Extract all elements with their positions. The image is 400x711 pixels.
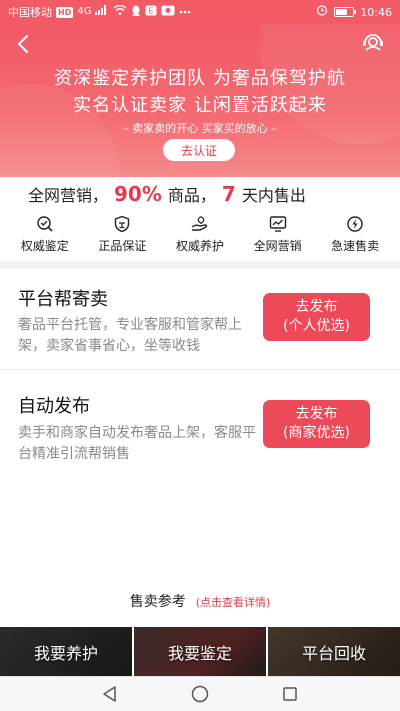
hd-badge: HD (56, 6, 74, 18)
wifi-icon (113, 4, 127, 19)
chart-monitor-icon (269, 216, 286, 232)
tile-recycle[interactable]: 平台回收 (268, 627, 400, 676)
tile-label: 平台回收 (301, 643, 366, 663)
option-title: 平台帮寄卖 (18, 289, 108, 310)
svg-text:E: E (149, 6, 154, 15)
stat-suffix: 天内售出 (241, 186, 306, 205)
tile-label: 我要养护 (33, 643, 98, 663)
nav-recents-button[interactable] (279, 683, 301, 705)
button-line-1: 去发布 (295, 406, 338, 422)
tile-label: 我要鉴定 (167, 643, 232, 663)
search-check-icon (37, 216, 53, 232)
customer-service-button[interactable] (360, 30, 386, 56)
button-line-2: (个人优选) (283, 318, 350, 334)
stat-prefix: 全网营销， (28, 186, 109, 205)
tile-appraisal[interactable]: 我要鉴定 (134, 627, 266, 676)
option-description: 卖手和商家自动发布奢品上架，客服平台精准引流帮销售 (18, 425, 256, 462)
stat-middle: 商品， (167, 186, 216, 205)
carrier-label: 中国移动 (8, 6, 52, 19)
button-line-1: 去发布 (295, 299, 338, 315)
feature-label: 权威养护 (175, 239, 224, 253)
option-auto-publish: 自动发布 卖手和商家自动发布奢品上架，客服平台精准引流帮销售 去发布 (商家优选… (0, 370, 400, 470)
qq-icon (131, 5, 141, 20)
back-button[interactable] (12, 32, 36, 56)
reference-hint: (点击查看详情) (195, 596, 271, 609)
app-notification-icon: E (145, 5, 157, 20)
option-consignment: 平台帮寄卖 奢品平台托管，专业客服和管家帮上架，卖家省事省心，坐等收钱 去发布 … (0, 269, 400, 369)
publish-personal-button[interactable]: 去发布 (个人优选) (263, 293, 370, 341)
hero-title: 资深鉴定养护团队 为奢品保驾护航 (54, 68, 346, 89)
customer-service-icon (363, 34, 383, 51)
hero-banner: 资深鉴定养护团队 为奢品保驾护航 实名认证卖家 让闲置活跃起来 – 卖家卖的开心… (0, 24, 400, 177)
battery-fill (336, 9, 348, 15)
triangle-back-icon (103, 686, 116, 702)
square-recents-icon (283, 687, 297, 701)
app-notification-icon-2 (161, 5, 175, 20)
sales-stat-line: 全网营销， 90% 商品， 7 天内售出 (28, 182, 306, 206)
stats-card: 全网营销， 90% 商品， 7 天内售出 权威鉴定 正品保证 权威养护 全网营销… (0, 177, 400, 261)
nav-home-button[interactable] (189, 683, 211, 705)
feature-label: 权威鉴定 (20, 239, 69, 253)
clock-time: 10:46 (360, 5, 392, 19)
hand-care-icon (191, 216, 208, 231)
feature-item-fast-sale: 急速售卖 (318, 215, 392, 254)
status-left: 中国移动 HD 4G E (8, 4, 191, 20)
battery-icon (334, 7, 357, 17)
sales-reference[interactable]: 售卖参考 (点击查看详情) (0, 591, 400, 611)
more-dots-icon (179, 6, 191, 18)
publish-merchant-button[interactable]: 去发布 (商家优选) (263, 400, 370, 448)
authentic-shield-icon (115, 215, 130, 233)
hero-slogan: – 卖家卖的开心 买家买的放心 – (123, 122, 277, 135)
hero-subtitle: 实名认证卖家 让闲置活跃起来 (73, 95, 327, 116)
nav-back-button[interactable] (99, 683, 121, 705)
option-title: 自动发布 (18, 396, 90, 417)
reference-title: 售卖参考 (129, 594, 186, 610)
feature-item-appraisal: 权威鉴定 (8, 215, 82, 254)
feature-item-care: 权威养护 (163, 215, 237, 254)
feature-list: 权威鉴定 正品保证 权威养护 全网营销 急速售卖 (0, 215, 400, 254)
option-description: 奢品平台托管，专业客服和管家帮上架，卖家省事省心，坐等收钱 (18, 317, 242, 354)
stat-days: 7 (221, 182, 236, 206)
section-gap (0, 261, 400, 269)
signal-label: 4G (77, 6, 92, 17)
lightning-icon (347, 216, 363, 232)
feature-label: 正品保证 (98, 239, 147, 253)
alarm-clock-icon (316, 4, 328, 20)
status-bar: 中国移动 HD 4G E 10:46 (0, 0, 400, 24)
feature-label: 全网营销 (253, 239, 302, 253)
circle-home-icon (191, 685, 209, 703)
button-line-2: (商家优选) (283, 425, 350, 441)
feature-item-authentic: 正品保证 (85, 215, 159, 254)
system-nav-bar (0, 676, 400, 711)
chevron-left-icon (18, 35, 28, 53)
tile-care[interactable]: 我要养护 (0, 627, 132, 676)
status-right: 10:46 (316, 4, 392, 20)
stat-percent: 90% (114, 182, 162, 206)
verify-button[interactable]: 去认证 (163, 139, 235, 161)
feature-item-marketing: 全网营销 (241, 215, 315, 254)
feature-label: 急速售卖 (331, 239, 380, 253)
signal-bars-icon (95, 5, 109, 19)
service-tiles: 我要养护 我要鉴定 平台回收 (0, 627, 400, 676)
